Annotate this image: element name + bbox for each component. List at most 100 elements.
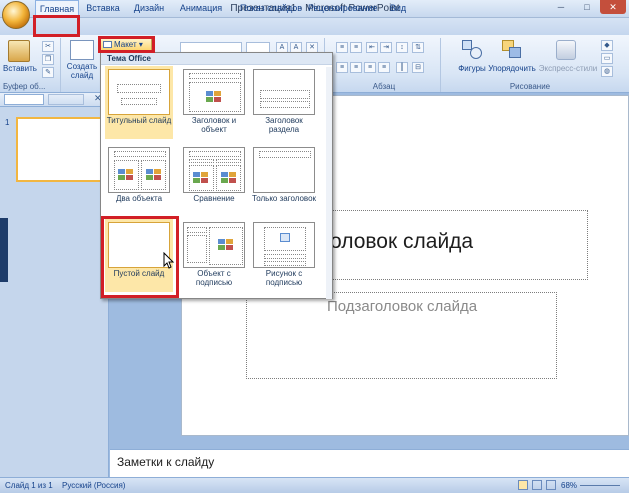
ph-title xyxy=(260,90,310,99)
layout-title-only[interactable]: Только заголовок xyxy=(250,144,318,217)
layout-preview xyxy=(253,69,315,115)
ph-head-left xyxy=(189,159,214,163)
paste-button[interactable]: Вставить xyxy=(2,64,38,73)
paste-icon[interactable] xyxy=(8,40,30,62)
layout-label: Заголовок раздела xyxy=(265,116,303,134)
slide-title-text: оловок слайда xyxy=(330,230,474,253)
ph-title xyxy=(259,151,311,158)
content-icons xyxy=(221,172,237,184)
layout-preview xyxy=(108,69,170,115)
mouse-cursor-icon xyxy=(163,252,175,269)
ph-text xyxy=(264,261,306,266)
numbering-icon[interactable]: ≡ xyxy=(350,42,362,53)
ph-title xyxy=(189,73,241,79)
layout-title-slide[interactable]: Титульный слайд xyxy=(105,66,173,139)
layout-comparison[interactable]: Сравнение xyxy=(180,144,248,217)
justify-icon[interactable]: ≡ xyxy=(378,62,390,73)
status-language[interactable]: Русский (Россия) xyxy=(62,481,125,490)
layout-button-highlight xyxy=(98,36,155,53)
layout-preview xyxy=(253,222,315,268)
decrease-indent-icon[interactable]: ⇤ xyxy=(366,42,378,53)
align-center-icon[interactable]: ≡ xyxy=(350,62,362,73)
ph-title xyxy=(114,151,166,157)
increase-indent-icon[interactable]: ⇥ xyxy=(380,42,392,53)
shape-fill-icon[interactable]: ◆ xyxy=(601,40,613,51)
content-icons xyxy=(206,91,222,103)
zoom-slider[interactable] xyxy=(580,485,620,486)
gallery-scrollbar[interactable] xyxy=(326,67,332,299)
align-text-icon[interactable]: ⊟ xyxy=(412,62,424,73)
normal-view-icon[interactable] xyxy=(518,480,528,490)
cut-icon[interactable]: ✂ xyxy=(42,41,54,52)
zoom-level[interactable]: 68% xyxy=(561,481,577,490)
quick-styles-button[interactable]: Экспресс-стили xyxy=(538,64,598,73)
content-icons xyxy=(193,172,209,184)
shapes-button[interactable]: Фигуры xyxy=(454,64,490,73)
ph-title xyxy=(189,151,241,157)
tab-slides[interactable] xyxy=(4,94,44,105)
shape-effects-icon[interactable]: ◍ xyxy=(601,66,613,77)
layout-preview xyxy=(183,222,245,268)
ph-title xyxy=(117,84,161,93)
arrange-button[interactable]: Упорядочить xyxy=(486,64,538,73)
align-right-icon[interactable]: ≡ xyxy=(364,62,376,73)
ph-subtitle xyxy=(121,98,157,105)
notes-placeholder: Заметки к слайду xyxy=(117,455,215,469)
align-left-icon[interactable]: ≡ xyxy=(336,62,348,73)
maximize-icon[interactable]: □ xyxy=(574,0,600,14)
ph-title xyxy=(187,227,207,233)
slide-thumbnail[interactable] xyxy=(16,117,106,182)
slide-subtitle-text: Подзаголовок слайда xyxy=(326,298,478,315)
tab-view[interactable]: Вид xyxy=(385,0,411,17)
layout-label: Объект с подписью xyxy=(195,269,233,287)
text-direction-icon[interactable]: ⇅ xyxy=(412,42,424,53)
group-label-drawing: Рисование xyxy=(509,82,551,91)
layout-section-header[interactable]: Заголовок раздела xyxy=(250,66,318,139)
tab-review[interactable]: Рецензирование xyxy=(308,0,378,17)
tab-outline[interactable] xyxy=(48,94,84,105)
layout-label: Два объекта xyxy=(115,194,163,203)
tab-slideshow[interactable]: Показ слайдов xyxy=(236,0,306,17)
columns-icon[interactable]: ║ xyxy=(396,62,408,73)
office-button[interactable] xyxy=(2,1,30,29)
bullets-icon[interactable]: ≡ xyxy=(336,42,348,53)
layout-label: Титульный слайд xyxy=(106,116,172,125)
line-spacing-icon[interactable]: ↕ xyxy=(396,42,408,53)
ph-text xyxy=(260,101,310,108)
tab-animation[interactable]: Анимация xyxy=(175,0,227,17)
layout-picture-caption[interactable]: Рисунок с подписью xyxy=(250,219,318,292)
close-icon[interactable]: ✕ xyxy=(600,0,626,14)
shape-outline-icon[interactable]: ▭ xyxy=(601,53,613,64)
tab-design[interactable]: Дизайн xyxy=(130,0,168,17)
home-tab-highlight xyxy=(33,15,80,37)
gallery-title: Тема Office xyxy=(107,54,151,63)
layout-preview xyxy=(108,147,170,193)
layout-two-content[interactable]: Два объекта xyxy=(105,144,173,217)
new-slide-icon[interactable] xyxy=(70,40,94,60)
format-painter-icon[interactable]: ✎ xyxy=(42,67,54,78)
new-slide-button[interactable]: Создать слайд xyxy=(64,62,100,80)
picture-icon xyxy=(280,233,290,242)
minimize-icon[interactable]: ─ xyxy=(548,0,574,14)
content-icons xyxy=(218,239,234,251)
content-icons xyxy=(146,169,162,181)
shapes-icon[interactable] xyxy=(462,40,484,60)
pane-splitter[interactable] xyxy=(0,218,8,282)
tab-insert[interactable]: Вставка xyxy=(84,0,122,17)
status-slide-count: Слайд 1 из 1 xyxy=(5,481,53,490)
layout-preview xyxy=(183,69,245,115)
slides-pane-tabs: ✕ xyxy=(0,93,109,107)
ph-head-right xyxy=(216,159,241,163)
slide-thumb-number: 1 xyxy=(5,118,10,127)
status-bar: Слайд 1 из 1 Русский (Россия) 68% xyxy=(0,477,629,493)
sorter-view-icon[interactable] xyxy=(532,480,542,490)
arrange-front xyxy=(509,47,521,58)
slideshow-view-icon[interactable] xyxy=(546,480,556,490)
layout-label: Только заголовок xyxy=(251,194,317,203)
copy-icon[interactable]: ❐ xyxy=(42,54,54,65)
arrange-icon[interactable] xyxy=(502,40,522,60)
quick-styles-icon[interactable] xyxy=(556,40,576,60)
layout-content-caption[interactable]: Объект с подписью xyxy=(180,219,248,292)
layout-title-content[interactable]: Заголовок и объект xyxy=(180,66,248,139)
shape-circle xyxy=(470,47,482,59)
